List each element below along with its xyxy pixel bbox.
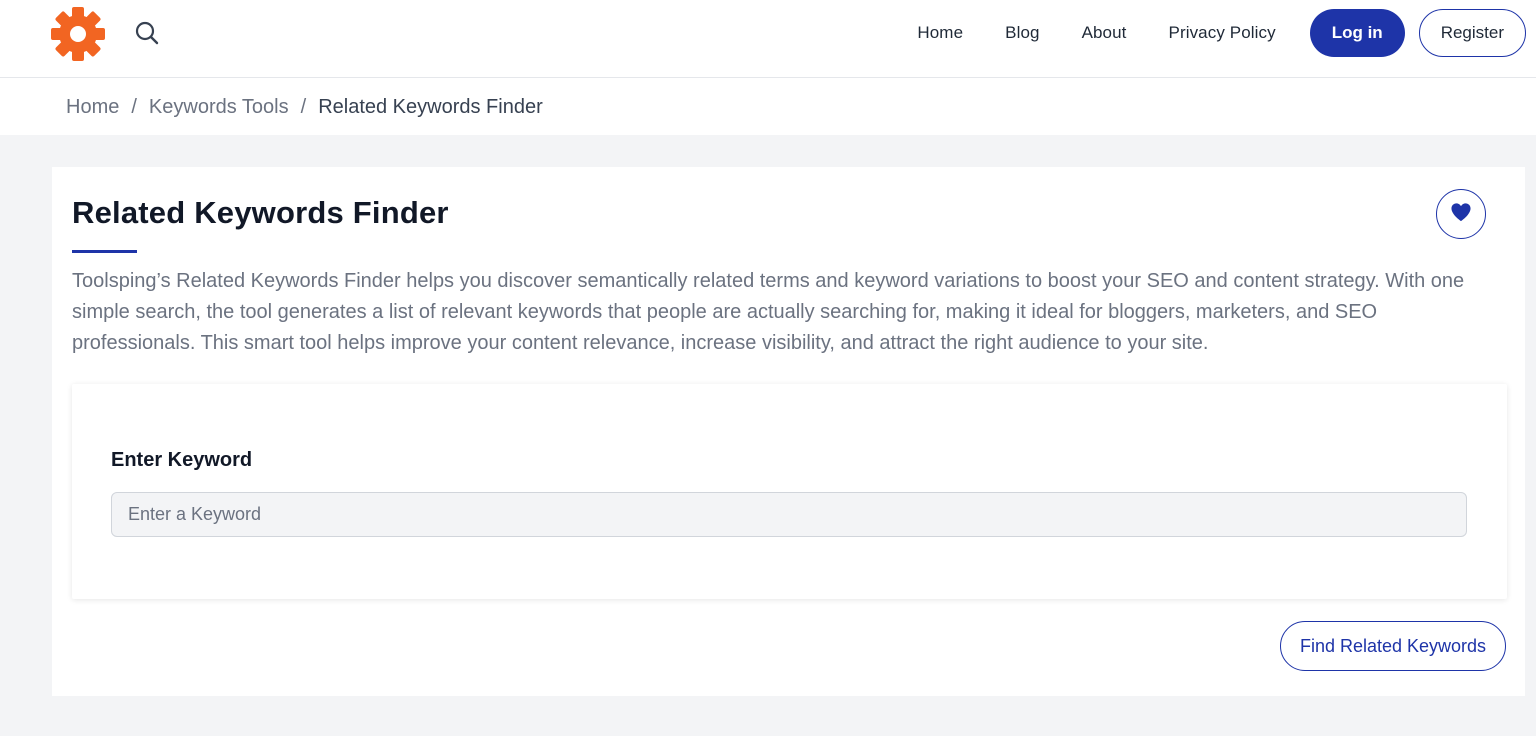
breadcrumb-home[interactable]: Home — [66, 96, 119, 119]
favorite-button[interactable] — [1436, 189, 1486, 239]
heart-icon — [1450, 202, 1472, 227]
nav-blog[interactable]: Blog — [1005, 23, 1039, 43]
breadcrumb-bar: Home / Keywords Tools / Related Keywords… — [0, 78, 1536, 135]
register-button[interactable]: Register — [1418, 9, 1526, 57]
nav-about[interactable]: About — [1082, 23, 1127, 43]
keyword-input[interactable] — [111, 492, 1467, 537]
keyword-form-panel: Enter Keyword — [72, 384, 1507, 599]
keyword-label: Enter Keyword — [111, 449, 253, 471]
title-underline — [72, 250, 137, 253]
search-icon[interactable] — [132, 18, 162, 48]
breadcrumb-separator: / — [131, 96, 137, 118]
nav-privacy-policy[interactable]: Privacy Policy — [1169, 23, 1276, 43]
login-button[interactable]: Log in — [1309, 9, 1405, 57]
find-related-keywords-button[interactable]: Find Related Keywords — [1280, 621, 1506, 671]
nav-home[interactable]: Home — [917, 23, 963, 43]
site-header: Home Blog About Privacy Policy Log in Re… — [0, 0, 1536, 78]
gear-logo-icon[interactable] — [50, 6, 106, 62]
breadcrumb-current: Related Keywords Finder — [318, 96, 543, 118]
breadcrumb-keywords-tools[interactable]: Keywords Tools — [149, 96, 289, 119]
tool-description: Toolsping’s Related Keywords Finder help… — [72, 270, 1465, 354]
breadcrumb-separator: / — [300, 96, 307, 118]
breadcrumb: Home / Keywords Tools / Related Keywords… — [66, 96, 543, 119]
main-nav: Home Blog About Privacy Policy Log in Re… — [917, 0, 1536, 66]
page-title: Related Keywords Finder — [72, 195, 449, 230]
tool-card: Related Keywords Finder Toolsping’s Rela… — [52, 167, 1525, 696]
